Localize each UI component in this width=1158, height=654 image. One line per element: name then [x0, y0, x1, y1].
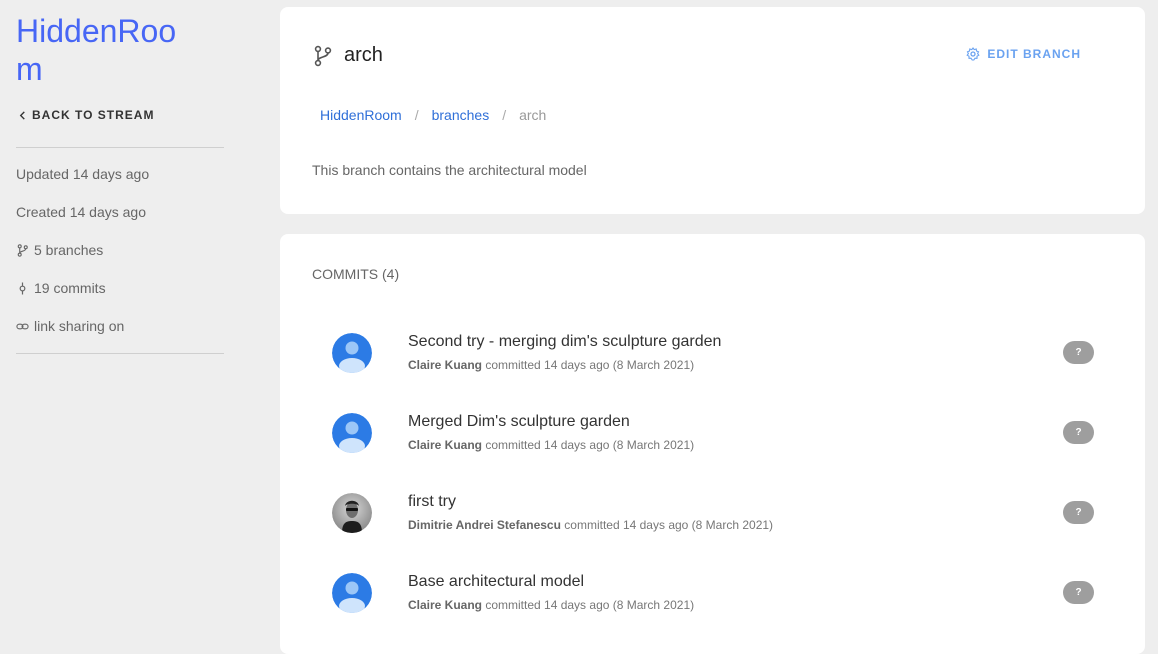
default-avatar-icon — [332, 333, 372, 373]
commits-info[interactable]: 19 commits — [16, 280, 106, 296]
link-icon — [16, 323, 29, 329]
commit-meta: Claire Kuang committed 14 days ago (8 Ma… — [408, 358, 694, 372]
breadcrumb-current: arch — [519, 107, 547, 123]
commit-author: Claire Kuang — [408, 438, 483, 452]
commit-meta: Claire Kuang committed 14 days ago (8 Ma… — [408, 598, 694, 612]
commit-list-item[interactable]: Second try - merging dim's sculpture gar… — [332, 333, 1094, 377]
commit-icon — [19, 281, 26, 295]
branch-name: arch — [344, 44, 383, 66]
chevron-left-icon — [19, 110, 25, 120]
breadcrumb-separator: / — [414, 107, 419, 123]
created-info: Created 14 days ago — [16, 204, 146, 220]
default-avatar-icon — [332, 413, 372, 453]
branch-icon — [314, 45, 332, 66]
branch-description: This branch contains the architectural m… — [312, 162, 587, 178]
commit-source-badge[interactable]: ? — [1063, 501, 1094, 524]
commit-source-badge[interactable]: ? — [1063, 421, 1094, 444]
back-to-stream-label: BACK TO STREAM — [32, 108, 155, 122]
commit-message: first try — [408, 493, 456, 510]
commit-list-item[interactable]: Base architectural model Claire Kuang co… — [332, 573, 1094, 617]
commit-list-item[interactable]: first try Dimitrie Andrei Stefanescu com… — [332, 493, 1094, 537]
stream-title[interactable]: HiddenRoom — [16, 12, 196, 88]
branch-icon — [17, 243, 28, 257]
breadcrumb: HiddenRoom / branches / arch — [320, 107, 546, 123]
branches-count: 5 branches — [34, 242, 104, 258]
commit-author: Claire Kuang — [408, 598, 483, 612]
commits-count: 19 commits — [34, 280, 106, 296]
commit-message: Second try - merging dim's sculpture gar… — [408, 333, 722, 350]
commit-author: Dimitrie Andrei Stefanescu — [408, 518, 561, 532]
commits-title: COMMITS (4) — [312, 266, 400, 282]
branches-info[interactable]: 5 branches — [16, 242, 103, 258]
commit-meta: Claire Kuang committed 14 days ago (8 Ma… — [408, 438, 694, 452]
commit-time: committed 14 days ago (8 March 2021) — [482, 598, 695, 612]
link-sharing-text: link sharing on — [34, 318, 125, 334]
commit-message: Base architectural model — [408, 573, 585, 590]
breadcrumb-separator: / — [502, 107, 507, 123]
commit-source-badge[interactable]: ? — [1063, 581, 1094, 604]
divider — [16, 147, 224, 148]
user-photo-avatar — [332, 493, 372, 533]
sidebar: HiddenRoom BACK TO STREAM Updated 14 day… — [0, 0, 240, 643]
breadcrumb-stream-link[interactable]: HiddenRoom — [320, 107, 402, 123]
commit-list-item[interactable]: Merged Dim's sculpture garden Claire Kua… — [332, 413, 1094, 457]
branch-header: arch — [312, 44, 383, 67]
updated-info: Updated 14 days ago — [16, 166, 149, 182]
commit-author: Claire Kuang — [408, 358, 483, 372]
default-avatar-icon — [332, 573, 372, 613]
link-sharing-info: link sharing on — [16, 318, 124, 334]
commit-time: committed 14 days ago (8 March 2021) — [482, 438, 695, 452]
created-text: Created 14 days ago — [16, 204, 146, 220]
edit-branch-button[interactable]: EDIT BRANCH — [966, 47, 1081, 61]
gear-icon — [966, 47, 980, 61]
commit-time: committed 14 days ago (8 March 2021) — [560, 518, 774, 532]
commits-card: COMMITS (4) Second try - merging dim's s… — [280, 234, 1145, 654]
commit-time: committed 14 days ago (8 March 2021) — [482, 358, 695, 372]
updated-text: Updated 14 days ago — [16, 166, 150, 182]
commit-source-badge[interactable]: ? — [1063, 341, 1094, 364]
edit-branch-label: EDIT BRANCH — [987, 47, 1081, 61]
breadcrumb-branches-link[interactable]: branches — [432, 107, 490, 123]
commit-meta: Dimitrie Andrei Stefanescu committed 14 … — [408, 518, 773, 532]
divider — [16, 353, 224, 354]
commit-message: Merged Dim's sculpture garden — [408, 413, 630, 430]
back-to-stream-link[interactable]: BACK TO STREAM — [18, 108, 154, 122]
branch-card: arch EDIT BRANCH HiddenRoom / branches /… — [280, 7, 1145, 214]
